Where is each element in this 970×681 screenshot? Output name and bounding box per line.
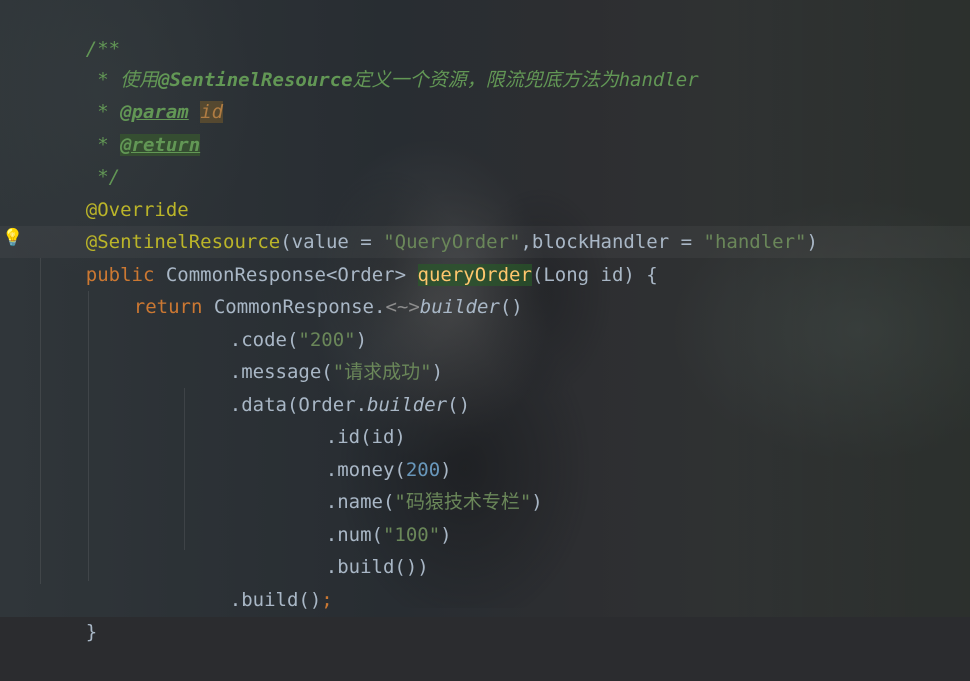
inner-build-call: .build())	[325, 555, 429, 578]
code-line-5[interactable]: */	[40, 128, 120, 188]
code-line-7[interactable]: @SentinelResource(value = "QueryOrder",b…	[40, 193, 818, 253]
semicolon: ;	[321, 588, 333, 611]
code-line-3[interactable]: * @param id	[40, 63, 224, 123]
code-line-1[interactable]: /**	[40, 0, 120, 60]
return-tag: @return	[120, 133, 201, 156]
code-line-9[interactable]: return CommonResponse.<~>builder()	[88, 258, 523, 318]
code-line-12[interactable]: .data(Order.builder()	[184, 356, 470, 416]
code-line-13[interactable]: .id(id)	[280, 388, 406, 448]
code-line-14[interactable]: .money(200)	[280, 421, 452, 481]
comment-text: handler	[618, 68, 699, 91]
code-line-18[interactable]: .build();	[184, 551, 333, 611]
builder-parentheses: ()	[499, 295, 523, 318]
code-line-16[interactable]: .num("100")	[280, 486, 452, 546]
data-parentheses: ()	[447, 393, 471, 416]
code-line-2[interactable]: * 使用@SentinelResource定义一个资源，限流兜底方法为handl…	[40, 31, 698, 91]
name-close: )	[531, 490, 543, 513]
method-signature: (Long id) {	[531, 263, 658, 286]
param-name: id	[200, 100, 224, 123]
code-line-4[interactable]: * @return	[40, 96, 201, 156]
annotation-close: )	[806, 230, 818, 253]
code-editor[interactable]: 💡 /** * 使用@SentinelResource定义一个资源，限流兜底方法…	[0, 0, 970, 643]
comment-text: 定义一个资源，限流兜底方法为	[352, 68, 619, 91]
generic-hint: <~>	[385, 295, 420, 318]
code-line-19[interactable]: }	[40, 583, 97, 643]
code-line-15[interactable]: .name("码猿技术专栏")	[280, 453, 543, 513]
lightbulb-icon[interactable]: 💡	[2, 228, 23, 248]
block-handler-string: "handler"	[703, 230, 807, 253]
code-line-17[interactable]: .build())	[280, 518, 429, 578]
num-close: )	[440, 523, 452, 546]
code-line-6[interactable]: @Override	[40, 161, 189, 221]
code-line-10[interactable]: .code("200")	[184, 291, 367, 351]
closing-brace: }	[85, 620, 98, 643]
builder-method: builder	[419, 295, 500, 318]
code-line-11[interactable]: .message("请求成功")	[184, 323, 443, 383]
code-line-8[interactable]: public CommonResponse<Order> queryOrder(…	[40, 226, 658, 286]
outer-build-call: .build()	[229, 588, 322, 611]
